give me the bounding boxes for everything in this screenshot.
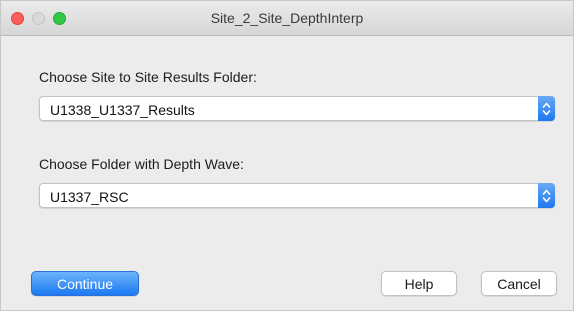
results-folder-value: U1338_U1337_Results	[50, 102, 195, 118]
depth-folder-label: Choose Folder with Depth Wave:	[39, 156, 244, 172]
window-title: Site_2_Site_DepthInterp	[210, 10, 364, 26]
help-button[interactable]: Help	[381, 271, 457, 296]
results-folder-select[interactable]: U1338_U1337_Results	[39, 96, 555, 121]
depth-folder-value: U1337_RSC	[50, 189, 129, 205]
cancel-button[interactable]: Cancel	[481, 271, 557, 296]
select-arrows-icon[interactable]	[538, 183, 555, 208]
title-bar[interactable]: Site_2_Site_DepthInterp	[1, 1, 573, 36]
continue-button[interactable]: Continue	[31, 271, 139, 296]
results-folder-label: Choose Site to Site Results Folder:	[39, 69, 257, 85]
dialog-window: Site_2_Site_DepthInterp Choose Site to S…	[0, 0, 574, 311]
select-arrows-icon[interactable]	[538, 96, 555, 121]
depth-folder-select[interactable]: U1337_RSC	[39, 183, 555, 208]
